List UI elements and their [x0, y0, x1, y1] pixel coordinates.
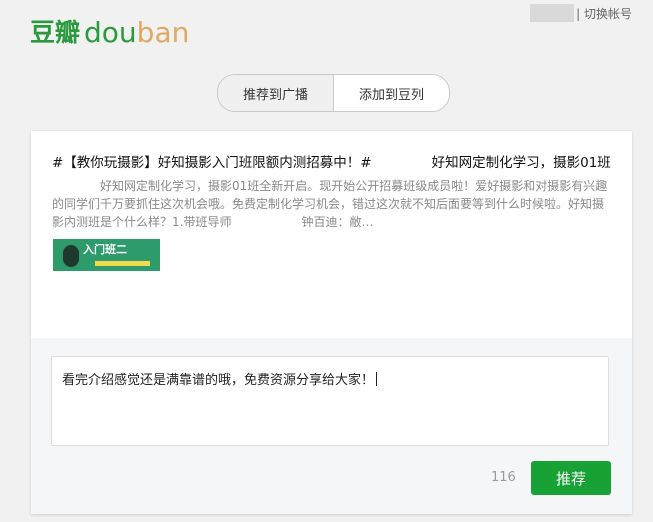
text-caret — [376, 372, 378, 386]
share-title: #【教你玩摄影】好知摄影入门班限额内测招募中！# 好知网定制化学习，摄影01班 — [52, 155, 611, 171]
douban-logo[interactable]: 豆瓣 douban — [30, 12, 189, 48]
char-count: 116 — [491, 470, 516, 485]
switch-account-link[interactable]: | 切换帐号 — [576, 5, 632, 22]
logo-english: douban — [84, 16, 190, 49]
username-placeholder — [530, 4, 575, 22]
tab-recommend-to-broadcast[interactable]: 推荐到广播 — [218, 75, 334, 111]
comment-text: 看完介绍感觉还是满靠谱的哦，免费资源分享给大家！ — [62, 373, 375, 388]
comment-input[interactable]: 看完介绍感觉还是满靠谱的哦，免费资源分享给大家！ — [51, 356, 609, 446]
share-card: #【教你玩摄影】好知摄影入门班限额内测招募中！# 好知网定制化学习，摄影01班 好… — [31, 131, 632, 514]
thumbnail-figure — [63, 245, 79, 267]
tab-add-to-doulist[interactable]: 添加到豆列 — [334, 75, 449, 111]
comment-area: 看完介绍感觉还是满靠谱的哦，免费资源分享给大家！ 116 推荐 — [31, 338, 632, 514]
thumbnail-text: 入门班二 — [83, 243, 127, 256]
thumbnail-bar — [95, 261, 150, 266]
logo-chinese: 豆瓣 — [30, 18, 81, 47]
share-thumbnail-image: 入门班二 — [53, 239, 160, 271]
account-area: | 切换帐号 — [530, 4, 632, 22]
recommend-button[interactable]: 推荐 — [531, 461, 611, 495]
share-description: 好知网定制化学习，摄影01班全新开启。现开始公开招募班级成员啦！爱好摄影和对摄影… — [52, 179, 608, 229]
share-mode-tabs: 推荐到广播 添加到豆列 — [217, 74, 450, 112]
